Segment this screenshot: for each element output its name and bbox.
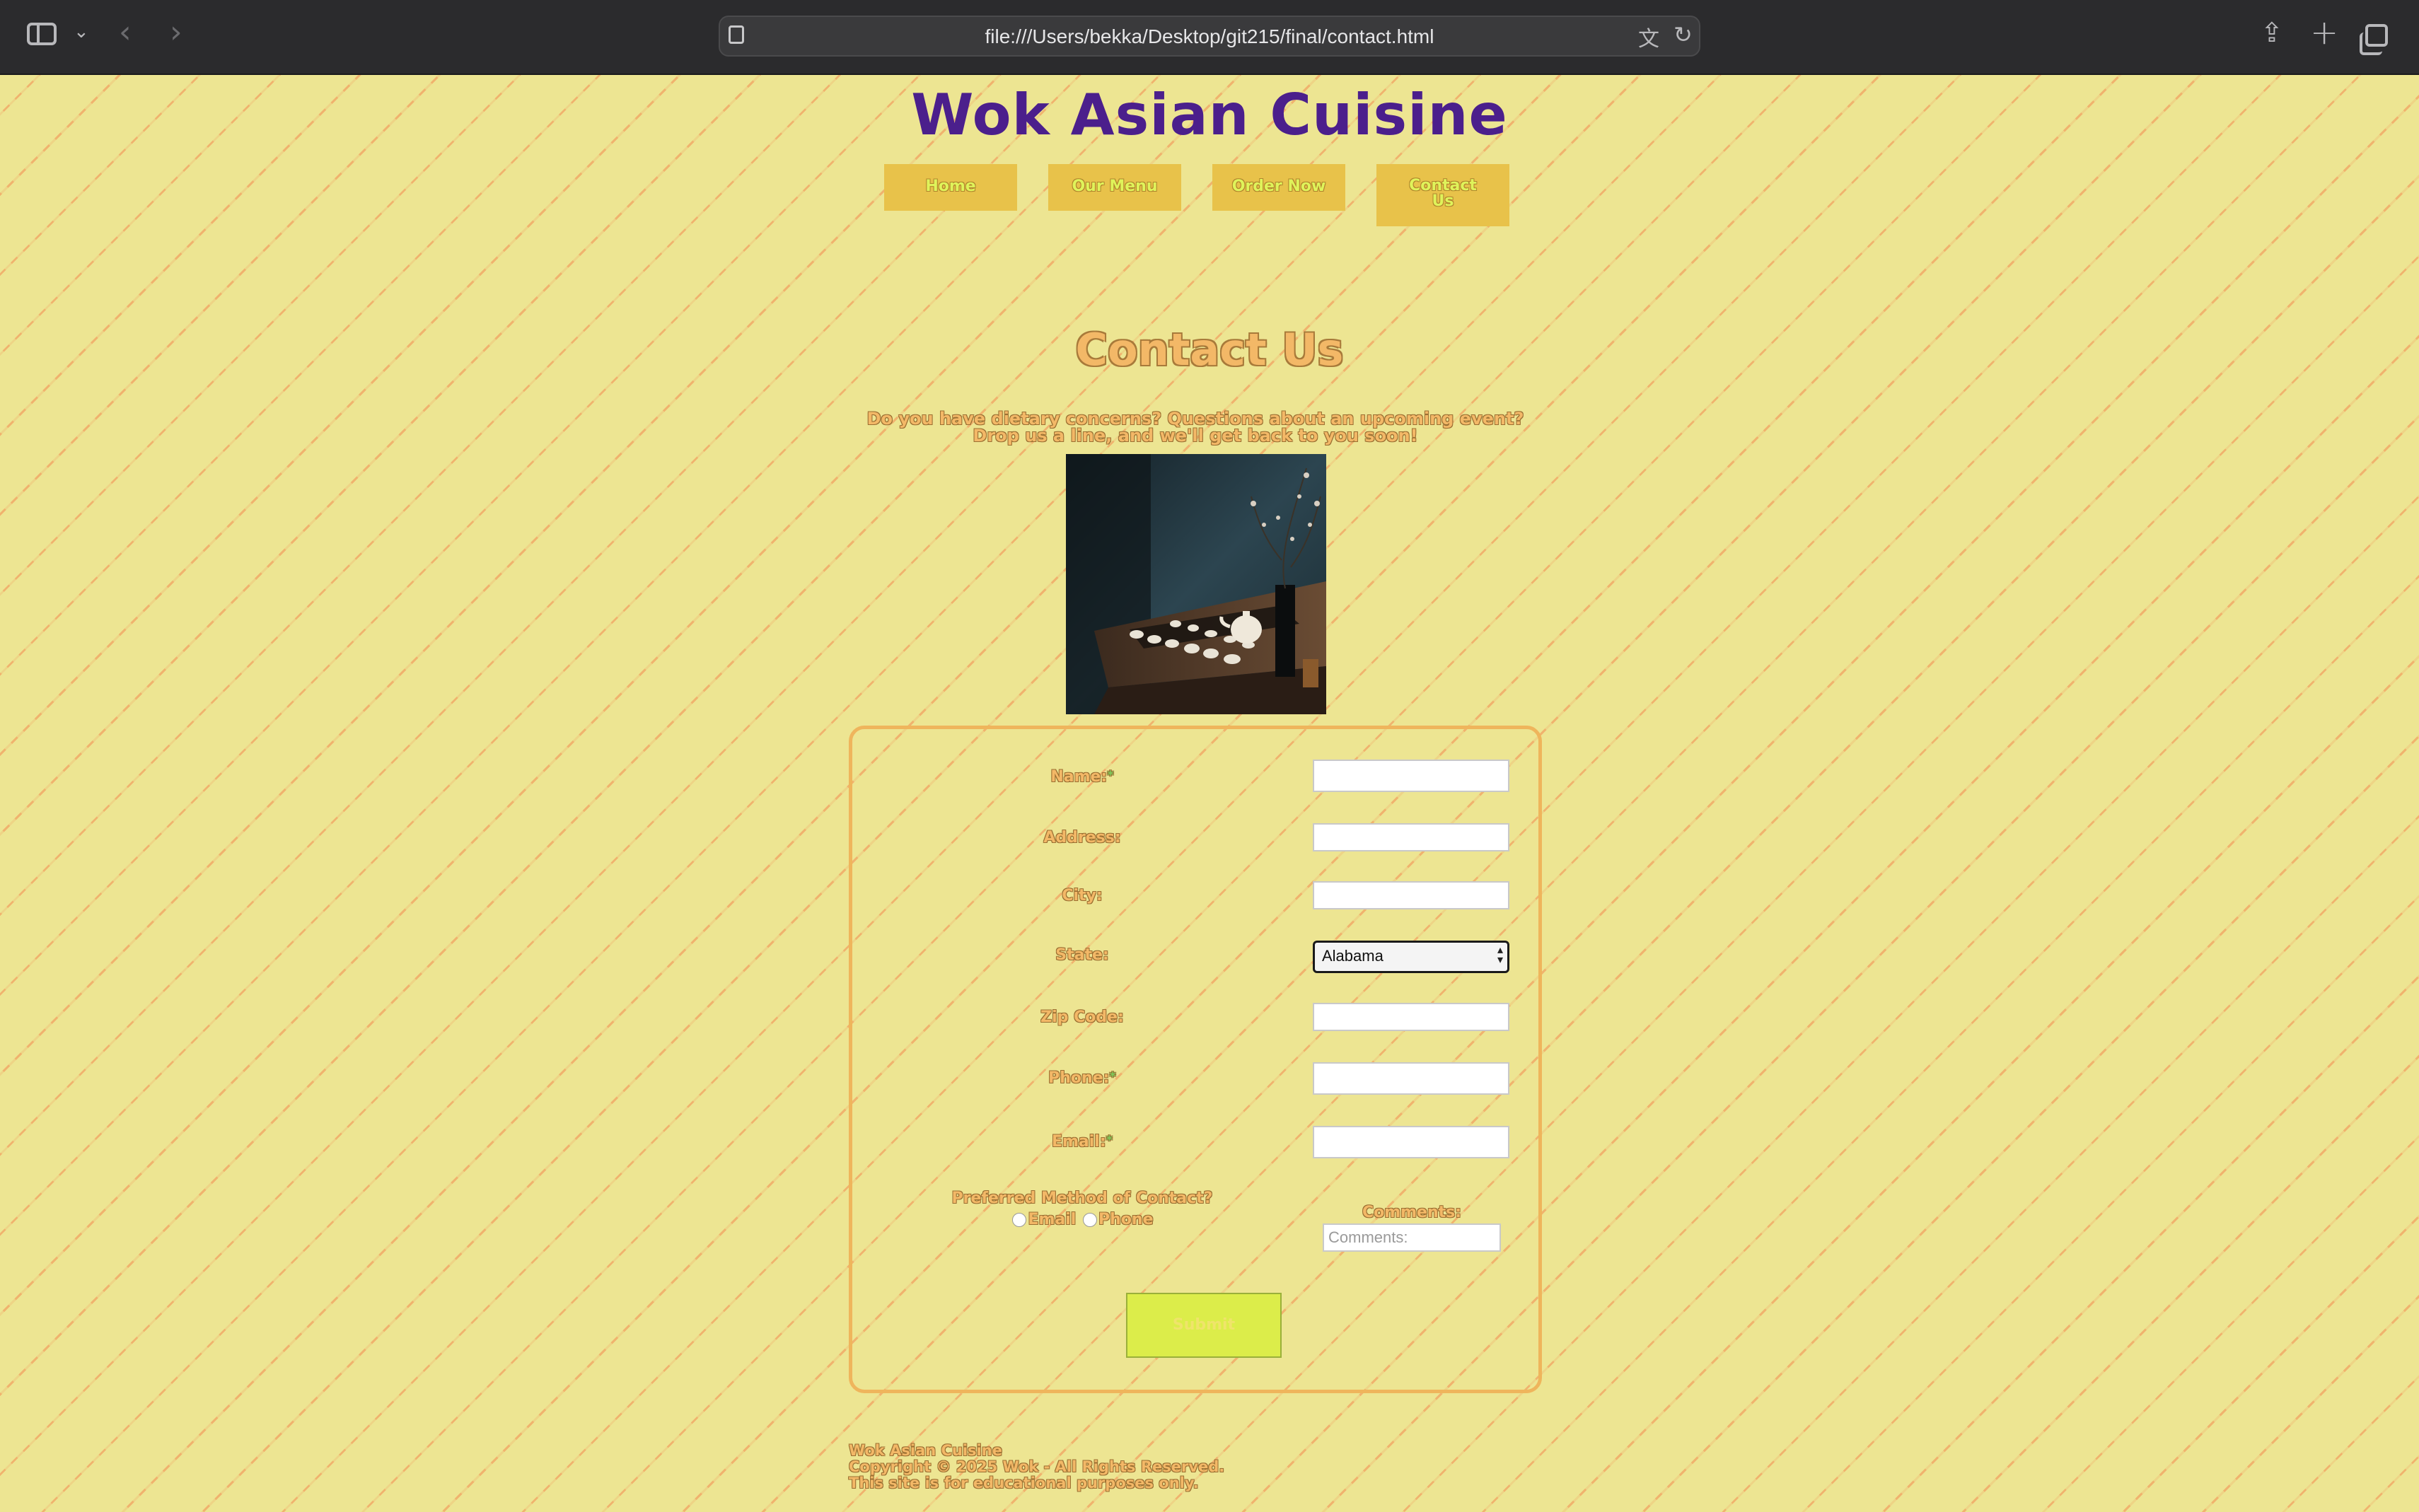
nav-item-contact-us-label: Contact Us: [1409, 177, 1477, 210]
phone-input[interactable]: [1313, 1062, 1509, 1095]
forward-arrow-icon[interactable]: ›: [170, 14, 182, 50]
share-icon[interactable]: ⇪: [2261, 17, 2283, 48]
reload-icon[interactable]: ↻: [1673, 21, 1693, 48]
footer-site-name: Wok Asian Cuisine: [849, 1442, 1002, 1459]
preferred-contact-group: Preferred Method of Contact? Email Phone: [941, 1188, 1224, 1231]
submit-button[interactable]: Submit: [1126, 1293, 1282, 1358]
phone-radio[interactable]: [1083, 1213, 1098, 1227]
email-radio[interactable]: [1012, 1213, 1027, 1227]
comments-label: Comments:: [1362, 1204, 1462, 1221]
tea-set-illustration: [1066, 454, 1326, 714]
preferred-contact-options: Email Phone: [941, 1209, 1224, 1231]
url-text: file:///Users/bekka/Desktop/git215/final…: [985, 25, 1434, 47]
zip-input[interactable]: [1313, 1003, 1509, 1031]
footer: Wok Asian Cuisine Copyright © 2025 Wok -…: [849, 1443, 1224, 1491]
name-label-text: Name:: [1050, 768, 1108, 786]
state-select-value: Alabama: [1322, 947, 1383, 965]
page-menu-icon[interactable]: [729, 25, 744, 44]
nav-item-our-menu[interactable]: Our Menu: [1048, 164, 1181, 211]
browser-toolbar: ⌄ ‹ › file:///Users/bekka/Desktop/git215…: [0, 0, 2419, 75]
back-arrow-icon[interactable]: ‹: [119, 14, 132, 50]
name-input[interactable]: [1313, 760, 1509, 792]
email-label: Email:*: [941, 1133, 1224, 1151]
state-label: State:: [1055, 946, 1109, 964]
translate-icon[interactable]: 文: [1638, 21, 1659, 52]
new-tab-icon[interactable]: +: [2310, 13, 2338, 52]
name-label: Name:*: [941, 768, 1224, 786]
tea-set-photo: [1066, 454, 1326, 714]
site-title: Wok Asian Cuisine: [911, 82, 1508, 148]
zip-label: Zip Code:: [1040, 1008, 1124, 1026]
nav-item-contact-us[interactable]: Contact Us: [1376, 164, 1509, 226]
chevron-down-icon[interactable]: ⌄: [74, 21, 89, 42]
required-asterisk-icon: *: [1106, 1133, 1113, 1148]
required-asterisk-icon: *: [1109, 1069, 1116, 1084]
email-option-label: Email: [1028, 1211, 1077, 1228]
comments-textarea[interactable]: Comments:: [1323, 1223, 1501, 1252]
address-bar[interactable]: file:///Users/bekka/Desktop/git215/final…: [719, 16, 1700, 57]
address-label: Address:: [1043, 829, 1121, 847]
page-heading: Contact Us: [1075, 324, 1344, 376]
state-select[interactable]: Alabama ▴ ▾: [1313, 941, 1509, 973]
footer-disclaimer: This site is for educational purposes on…: [849, 1475, 1199, 1491]
page-content: Wok Asian Cuisine Home Our Menu Order No…: [0, 75, 2419, 1512]
phone-label: Phone:*: [941, 1069, 1224, 1087]
address-input[interactable]: [1313, 823, 1509, 851]
phone-label-text: Phone:: [1048, 1069, 1110, 1087]
email-input[interactable]: [1313, 1126, 1509, 1158]
city-label: City:: [1062, 887, 1103, 905]
nav-item-order-now[interactable]: Order Now: [1212, 164, 1345, 211]
sidebar-toggle-icon[interactable]: [27, 23, 57, 45]
select-arrows-icon: ▴ ▾: [1497, 944, 1503, 966]
email-label-text: Email:: [1051, 1133, 1106, 1151]
city-input[interactable]: [1313, 881, 1509, 909]
intro-text: Do you have dietary concerns? Questions …: [866, 409, 1524, 446]
footer-copyright: Copyright © 2025 Wok - All Rights Reserv…: [849, 1458, 1225, 1475]
preferred-contact-label: Preferred Method of Contact?: [951, 1190, 1213, 1207]
nav-item-home[interactable]: Home: [884, 164, 1017, 211]
required-asterisk-icon: *: [1107, 768, 1114, 783]
tab-overview-icon[interactable]: [2360, 24, 2388, 55]
phone-option-label: Phone: [1098, 1211, 1154, 1228]
